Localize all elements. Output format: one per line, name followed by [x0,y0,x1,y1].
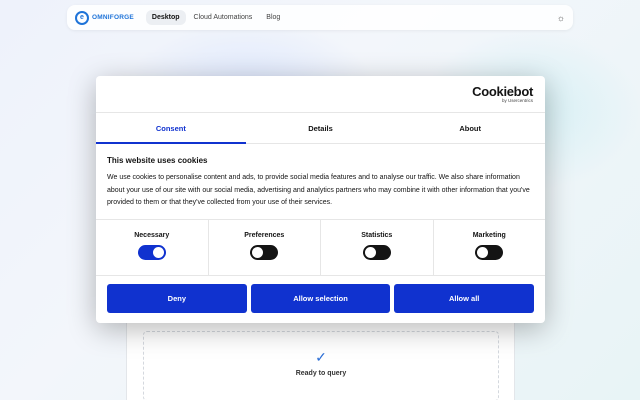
necessary-switch[interactable] [137,245,166,260]
allow-selection-button[interactable]: Allow selection [250,284,391,313]
marketing-switch[interactable] [475,245,504,260]
switch-knob [477,247,489,258]
allow-all-button[interactable]: Allow all [394,284,535,313]
toggle-necessary: Necessary [96,220,209,275]
dialog-title: This website uses cookies [107,156,208,165]
toggle-preferences: Preferences [209,220,321,275]
dialog-header: Cookiebot by Usercentrics [96,76,545,113]
dialog-description: We use cookies to personalise content an… [107,174,530,206]
toggle-marketing: Marketing [434,220,546,275]
cookie-consent-dialog: Cookiebot by Usercentrics Consent Detail… [96,76,545,323]
tab-details[interactable]: Details [246,113,396,143]
toggle-label: Statistics [361,232,393,239]
tab-about[interactable]: About [395,113,545,143]
dialog-tabs: Consent Details About [96,113,545,144]
switch-knob [252,247,264,258]
preferences-switch[interactable] [250,245,279,260]
cookiebot-wordmark: Cookiebot [472,84,533,99]
toggle-statistics: Statistics [321,220,434,275]
deny-button[interactable]: Deny [107,284,247,313]
toggle-label: Marketing [472,232,506,239]
tab-consent[interactable]: Consent [96,113,246,144]
toggle-label: Preferences [244,232,285,239]
dialog-actions: Deny Allow selection Allow all [96,276,545,321]
cookie-category-toggles: Necessary Preferences Statistics Marketi… [96,219,545,276]
cookiebot-logo: Cookiebot by Usercentrics [472,84,533,104]
switch-knob [152,247,164,258]
statistics-switch[interactable] [362,245,391,260]
switch-knob [364,247,376,258]
toggle-label: Necessary [134,232,170,239]
dialog-body: This website uses cookies We use cookies… [96,144,545,219]
